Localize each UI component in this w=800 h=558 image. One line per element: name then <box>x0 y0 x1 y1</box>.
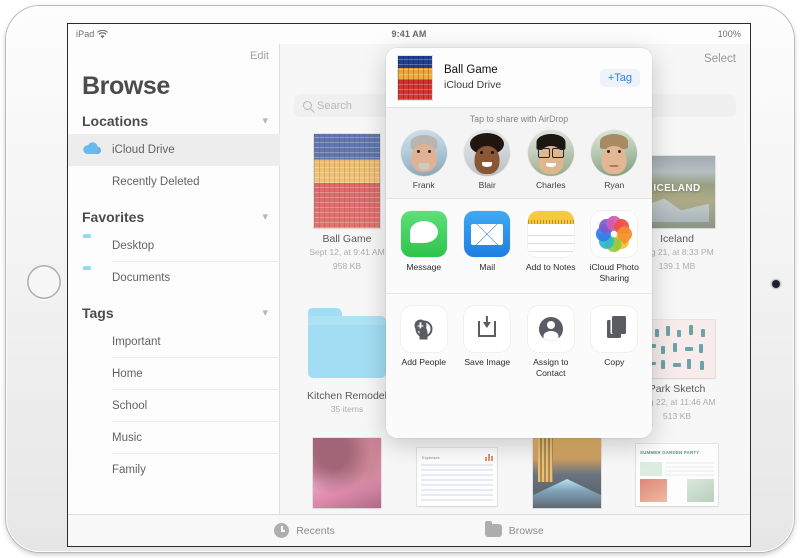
notes-app-icon <box>527 211 574 257</box>
airdrop-hint: Tap to share with AirDrop <box>469 114 569 124</box>
home-button[interactable] <box>27 265 61 299</box>
action-label: Copy <box>604 357 625 368</box>
contact-icon <box>527 306 574 353</box>
contact-name: Frank <box>412 180 435 190</box>
contact-name: Blair <box>478 180 496 190</box>
share-sheet-header: Ball Game iCloud Drive +Tag <box>386 48 652 108</box>
share-app-mail[interactable]: Mail <box>458 211 518 283</box>
contact-name: Charles <box>535 180 566 190</box>
avatar <box>464 130 511 176</box>
mail-app-icon <box>464 211 511 257</box>
app-label: Message <box>406 262 442 272</box>
share-sheet: Ball Game iCloud Drive +Tag Tap to share… <box>386 48 652 438</box>
share-app-notes[interactable]: Add to Notes <box>521 211 581 283</box>
airdrop-contact-ryan[interactable]: Ryan <box>586 130 642 190</box>
airdrop-contact-blair[interactable]: Blair <box>459 130 515 190</box>
airdrop-contacts-row: Frank Blair Charles Ryan <box>386 130 652 190</box>
avatar <box>527 130 574 176</box>
photos-app-icon <box>591 211 638 257</box>
add-tag-button[interactable]: +Tag <box>599 68 640 87</box>
share-app-icloud-photo-sharing[interactable]: iCloud Photo Sharing <box>585 211 645 283</box>
avatar <box>591 130 638 176</box>
app-label: Mail <box>479 262 496 272</box>
share-action-copy[interactable]: Copy <box>585 306 645 426</box>
contact-name: Ryan <box>604 180 625 190</box>
download-icon <box>464 306 511 353</box>
avatar <box>400 130 447 176</box>
messages-app-icon <box>400 211 447 257</box>
shared-file-location: iCloud Drive <box>444 79 502 91</box>
action-label: Add People <box>401 357 446 368</box>
shared-file-title: Ball Game <box>444 64 498 76</box>
airdrop-contact-frank[interactable]: Frank <box>396 130 452 190</box>
ipad-screen: iPad 9:41 AM 100% Edit Browse Locations … <box>68 24 750 546</box>
share-app-message[interactable]: Message <box>394 211 454 283</box>
action-label: Assign to Contact <box>533 357 569 379</box>
share-action-assign-to-contact[interactable]: Assign to Contact <box>521 306 581 426</box>
share-apps-row: Message Mail Add to Notes iCloud Photo S… <box>386 199 652 295</box>
add-person-icon <box>400 306 447 353</box>
share-action-save-image[interactable]: Save Image <box>458 306 518 426</box>
airdrop-contact-charles[interactable]: Charles <box>523 130 579 190</box>
app-label: Add to Notes <box>525 262 576 272</box>
copy-icon <box>591 306 638 353</box>
shared-file-thumbnail <box>398 55 432 100</box>
share-actions-row: Add People Save Image Assign to Contact <box>386 294 652 438</box>
share-action-add-people[interactable]: Add People <box>394 306 454 426</box>
action-label: Save Image <box>464 357 511 368</box>
ipad-device-frame: iPad 9:41 AM 100% Edit Browse Locations … <box>6 6 794 552</box>
front-camera <box>772 280 780 288</box>
app-label: iCloud Photo Sharing <box>589 262 639 283</box>
airdrop-section: Tap to share with AirDrop Frank Blair Ch… <box>386 108 652 199</box>
glasses-icon <box>537 148 564 158</box>
